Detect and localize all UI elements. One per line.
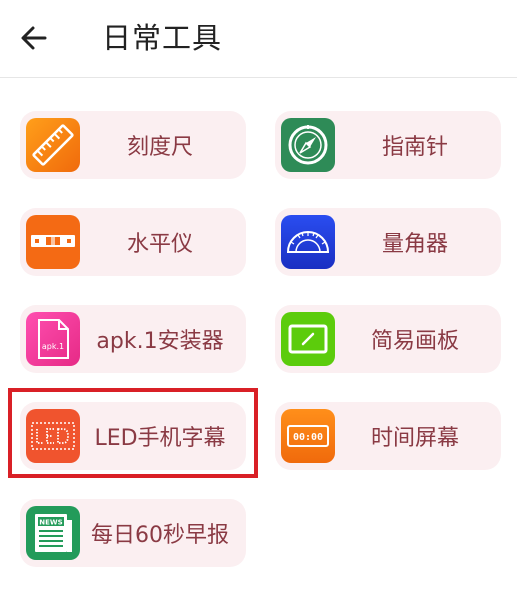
news-icon-text: NEWS [39, 519, 62, 527]
spirit-level-icon [26, 215, 80, 269]
top-bar: 日常工具 [0, 0, 517, 78]
drawing-board-icon [281, 312, 335, 366]
time-icon-text: 00:00 [293, 432, 323, 443]
tool-daily-news[interactable]: NEWS 每日60秒早报 [20, 499, 246, 567]
tool-compass[interactable]: 指南针 [275, 111, 501, 179]
ruler-icon [26, 118, 80, 172]
tool-ruler[interactable]: 刻度尺 [20, 111, 246, 179]
tool-drawing-board[interactable]: 简易画板 [275, 305, 501, 373]
tool-label: 量角器 [381, 232, 448, 257]
page-title: 日常工具 [102, 21, 223, 55]
tool-protractor[interactable]: 量角器 [275, 208, 501, 276]
tool-label: apk.1安装器 [96, 329, 224, 354]
news-icon: NEWS [26, 506, 80, 560]
apk-icon-text: apk.1 [42, 342, 64, 351]
back-button[interactable] [16, 20, 52, 56]
tool-label: 每日60秒早报 [91, 523, 229, 548]
tool-led-subtitle[interactable]: LED手机字幕 [20, 402, 246, 470]
apk-file-icon: apk.1 [26, 312, 80, 366]
tool-spirit-level[interactable]: 水平仪 [20, 208, 246, 276]
led-subtitle-icon [26, 409, 80, 463]
tool-label: 刻度尺 [126, 135, 193, 160]
protractor-icon [281, 215, 335, 269]
tool-label: 简易画板 [370, 329, 459, 354]
time-screen-icon: 00:00 [281, 409, 335, 463]
tool-label: LED手机字幕 [94, 426, 226, 451]
tool-label: 水平仪 [126, 232, 193, 257]
tool-label: 时间屏幕 [370, 426, 459, 451]
tool-time-screen[interactable]: 00:00 时间屏幕 [275, 402, 501, 470]
tool-apk-installer[interactable]: apk.1 apk.1安装器 [20, 305, 246, 373]
arrow-left-icon [21, 26, 47, 50]
compass-icon [281, 118, 335, 172]
tool-label: 指南针 [381, 135, 448, 160]
